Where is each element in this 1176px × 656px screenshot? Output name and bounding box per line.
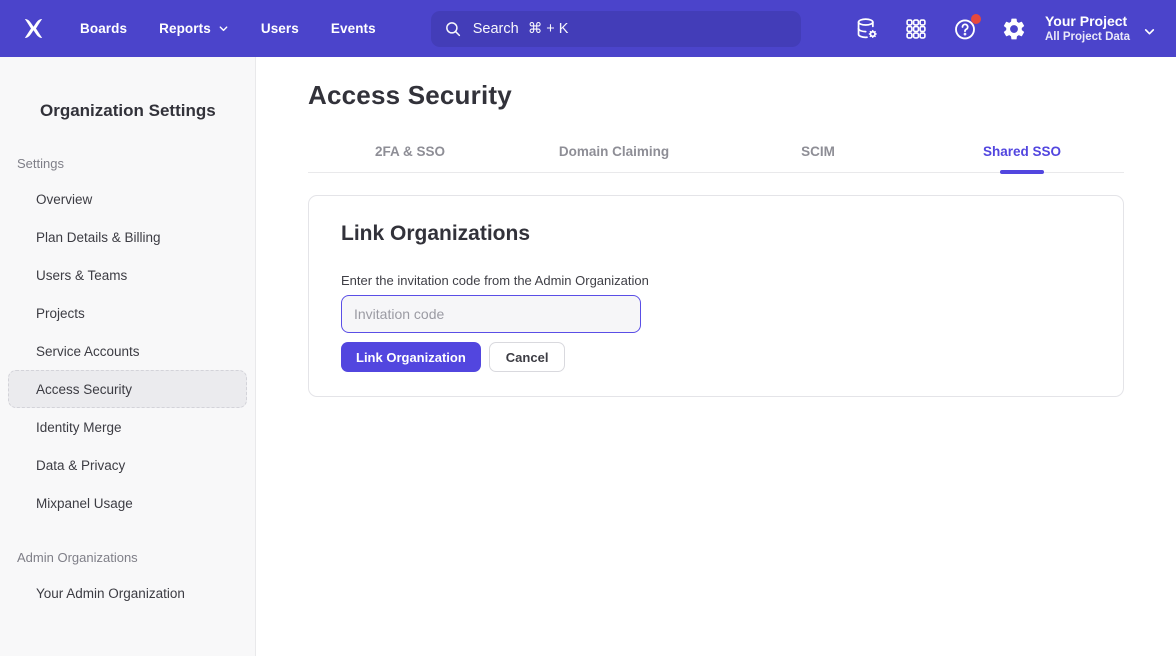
- search-icon: [444, 20, 462, 38]
- link-organization-button[interactable]: Link Organization: [341, 342, 481, 372]
- nav-users-label: Users: [261, 21, 299, 36]
- invitation-code-input[interactable]: [341, 295, 641, 333]
- cancel-button[interactable]: Cancel: [489, 342, 566, 372]
- nav-boards-label: Boards: [80, 21, 127, 36]
- settings-button[interactable]: [1001, 16, 1027, 42]
- top-nav-bar: Boards Reports Users Events Search ⌘ + K: [0, 0, 1176, 57]
- notification-dot: [971, 14, 981, 24]
- sidebar-item-service-accounts[interactable]: Service Accounts: [8, 332, 247, 370]
- sidebar-item-your-admin-organization[interactable]: Your Admin Organization: [8, 574, 247, 612]
- link-organizations-card: Link Organizations Enter the invitation …: [308, 195, 1124, 397]
- data-pipeline-icon: [854, 16, 880, 42]
- sidebar-item-data-privacy[interactable]: Data & Privacy: [8, 446, 247, 484]
- sidebar-item-projects[interactable]: Projects: [8, 294, 247, 332]
- tab-shared-sso[interactable]: Shared SSO: [920, 139, 1124, 172]
- mixpanel-logo[interactable]: [20, 15, 47, 42]
- nav-users[interactable]: Users: [261, 21, 299, 36]
- apps-grid-icon: [903, 16, 929, 42]
- tab-scim[interactable]: SCIM: [716, 139, 920, 172]
- card-title: Link Organizations: [341, 222, 1091, 246]
- invitation-code-label: Enter the invitation code from the Admin…: [341, 273, 1091, 288]
- settings-gear-icon: [1001, 16, 1027, 42]
- sidebar: Organization Settings Settings Overview …: [0, 57, 256, 656]
- apps-grid-button[interactable]: [903, 16, 929, 42]
- project-subtitle: All Project Data: [1045, 30, 1130, 44]
- data-pipeline-button[interactable]: [854, 16, 880, 42]
- section-label-settings: Settings: [17, 156, 255, 171]
- project-switcher[interactable]: Your Project All Project Data: [1045, 13, 1156, 44]
- tab-domain-claiming[interactable]: Domain Claiming: [512, 139, 716, 172]
- search-shortcut: ⌘ + K: [528, 21, 569, 37]
- nav-events-label: Events: [331, 21, 376, 36]
- header-icon-group: [854, 16, 1027, 42]
- nav-reports-label: Reports: [159, 21, 211, 36]
- chevron-down-icon: [1143, 25, 1156, 38]
- mixpanel-x-icon: [20, 15, 47, 42]
- tab-2fa-sso[interactable]: 2FA & SSO: [308, 139, 512, 172]
- chevron-down-icon: [218, 23, 229, 34]
- sidebar-item-users-teams[interactable]: Users & Teams: [8, 256, 247, 294]
- nav-events[interactable]: Events: [331, 21, 376, 36]
- sidebar-item-access-security[interactable]: Access Security: [8, 370, 247, 408]
- project-name: Your Project: [1045, 13, 1130, 30]
- nav-reports[interactable]: Reports: [159, 21, 229, 36]
- sidebar-item-overview[interactable]: Overview: [8, 180, 247, 218]
- sidebar-item-mixpanel-usage[interactable]: Mixpanel Usage: [8, 484, 247, 522]
- help-button[interactable]: [952, 16, 978, 42]
- main-content: Access Security 2FA & SSO Domain Claimin…: [256, 57, 1176, 656]
- primary-nav: Boards Reports Users Events: [80, 21, 376, 36]
- sidebar-item-plan-details-billing[interactable]: Plan Details & Billing: [8, 218, 247, 256]
- card-actions: Link Organization Cancel: [341, 342, 1091, 372]
- tab-bar: 2FA & SSO Domain Claiming SCIM Shared SS…: [308, 139, 1124, 173]
- nav-boards[interactable]: Boards: [80, 21, 127, 36]
- sidebar-title: Organization Settings: [40, 101, 255, 121]
- sidebar-item-identity-merge[interactable]: Identity Merge: [8, 408, 247, 446]
- section-label-admin-organizations: Admin Organizations: [17, 550, 255, 565]
- page-title: Access Security: [308, 80, 1124, 111]
- search-placeholder: Search: [473, 21, 519, 37]
- search-input[interactable]: Search ⌘ + K: [431, 11, 801, 47]
